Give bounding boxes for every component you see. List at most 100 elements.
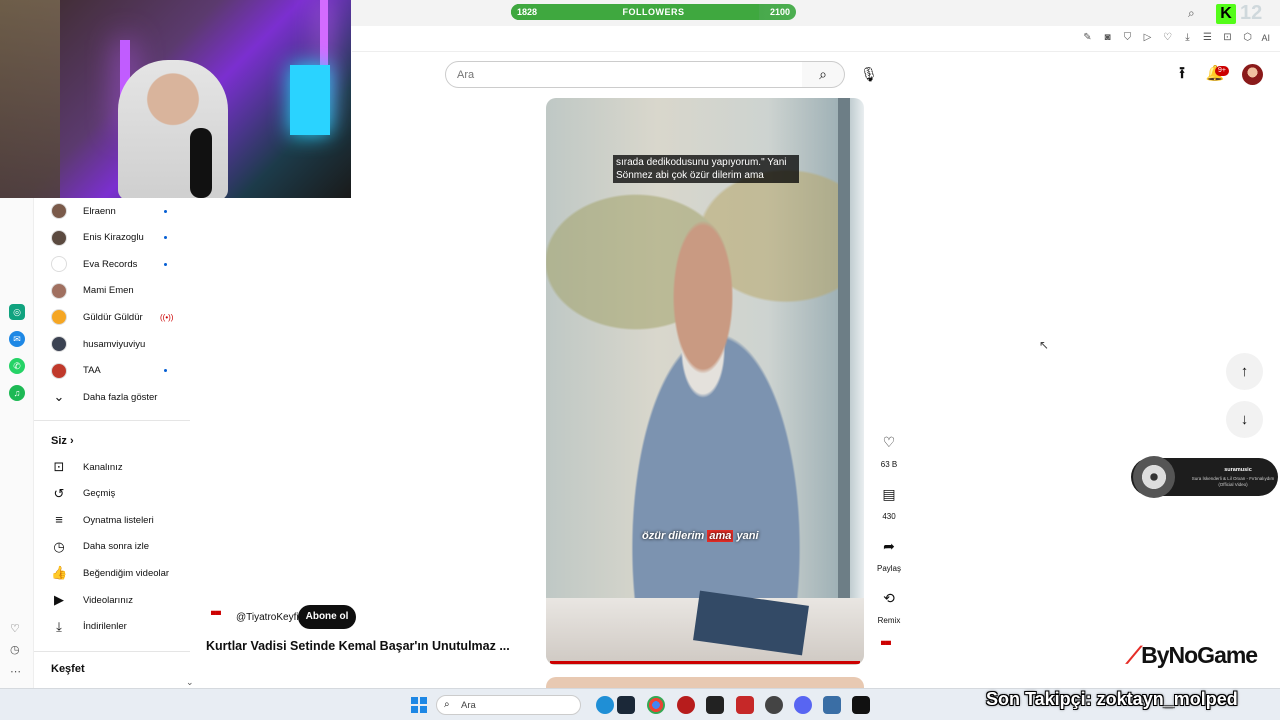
subscription-name: Elraenn	[83, 205, 116, 217]
share-action[interactable]: ➦ Paylaş	[874, 532, 904, 573]
like-icon[interactable]: ♡	[875, 428, 903, 456]
app-red-icon[interactable]	[736, 696, 754, 714]
sidebar-item-subscription[interactable]: Eva Records	[34, 251, 192, 277]
sidebar-item-subscription[interactable]: Enis Kirazoglu	[34, 225, 192, 251]
bynogame-mark-icon: ⟋	[1126, 642, 1142, 668]
favorites-icon[interactable]: ♡	[10, 622, 20, 635]
sidebar-item-subscription[interactable]: Mami Emen	[34, 278, 192, 304]
search-input[interactable]	[446, 62, 802, 87]
messenger-icon[interactable]: ✉	[9, 331, 25, 347]
taskbar-search[interactable]: ⌕ Ara	[436, 695, 581, 715]
sidebar-item-subscription[interactable]: Elraenn	[34, 198, 192, 224]
windows-start-icon[interactable]	[411, 697, 427, 713]
app-strip: ◎ ✉ ✆ ♫ ♡ ◷ ⋯	[0, 198, 34, 688]
settings-icon[interactable]	[823, 696, 841, 714]
playlists-icon: ≡	[55, 512, 63, 528]
share-icon[interactable]: ➦	[875, 532, 903, 560]
search-field[interactable]	[445, 61, 803, 88]
channel-avatar	[51, 256, 67, 273]
bynogame-brand: NoGame	[1168, 642, 1259, 668]
microphone-icon: 🎙	[860, 66, 878, 82]
extension-icon[interactable]: ⬡	[1241, 32, 1253, 44]
arrow-up-icon: ↑	[1240, 363, 1249, 380]
like-action[interactable]: ♡ 63 B	[874, 428, 904, 469]
channel-icon: ⊡	[53, 459, 65, 474]
list-icon[interactable]: ☰	[1201, 32, 1213, 44]
sidebar-item-label: Videolarınız	[83, 594, 133, 606]
epic-games-icon[interactable]	[852, 696, 870, 714]
channel-avatar	[51, 229, 67, 246]
channel-name[interactable]: @TiyatroKeyfi	[236, 612, 299, 623]
followers-goal-bar: 1828 FOLLOWERS 2100	[511, 4, 796, 20]
sidebar-item-you[interactable]: ◷ Daha sonra izle	[34, 534, 192, 560]
next-video-button[interactable]: ↓	[1226, 401, 1263, 438]
sidebar-item-subscription[interactable]: Güldür Güldür ((•))	[34, 304, 192, 330]
screen: 1828 FOLLOWERS 2100 ⌕ K 12 ✎ ◙ ⛉ ▷ ♡ ⤓ ☰…	[0, 0, 1280, 720]
sidebar-item-subscription[interactable]: TAA	[34, 358, 192, 384]
now-playing-track: Sura İskenderli & Lil Orxan - Fırtınalıy…	[1191, 476, 1275, 487]
sidebar-item-label: İndirilenler	[83, 621, 127, 633]
lock-icon[interactable]: ⊡	[1221, 32, 1233, 44]
downloads-icon: ⤓	[56, 618, 62, 634]
shorts-video-player[interactable]: sırada dedikodusunu yapıyorum." Yani Sön…	[546, 98, 864, 665]
scroll-down-icon[interactable]: ⌄	[186, 677, 194, 688]
download-icon[interactable]: ⤓	[1181, 32, 1193, 44]
video-progress-bar[interactable]	[550, 661, 860, 664]
you-section-title[interactable]: Siz ›	[51, 435, 74, 447]
github-icon[interactable]	[765, 696, 783, 714]
sidebar-item-you[interactable]: ↺ Geçmiş	[34, 481, 192, 507]
avatar[interactable]	[1242, 64, 1263, 85]
upload-button[interactable]: ⭱	[1172, 64, 1192, 84]
show-more-button[interactable]: ⌄ Daha fazla göster	[34, 384, 192, 410]
chrome-icon[interactable]	[647, 696, 665, 714]
steam-icon[interactable]	[617, 696, 635, 714]
ai-button[interactable]: AI	[1261, 32, 1270, 44]
voice-search-button[interactable]: 🎙	[855, 60, 883, 88]
video-caption-bottom: özür dilerim ama yani	[642, 530, 759, 542]
live-icon: ((•))	[160, 312, 174, 322]
video-title[interactable]: Kurtlar Vadisi Setinde Kemal Başar'ın Un…	[206, 639, 526, 653]
opera-icon[interactable]	[677, 696, 695, 714]
sidebar-item-you[interactable]: ▶ Videolarınız	[34, 587, 192, 613]
shield-icon[interactable]: ⛉	[1121, 32, 1133, 44]
search-icon: ⌕	[819, 66, 827, 82]
chevron-right-icon: ›	[69, 435, 74, 447]
sidebar-item-you[interactable]: ≡ Oynatma listeleri	[34, 507, 192, 533]
remix-action[interactable]: ⟲ Remix	[874, 584, 904, 625]
spotify-icon[interactable]: ♫	[9, 385, 25, 401]
kick-logo-icon: K	[1216, 4, 1236, 24]
subscribe-button[interactable]: Abone ol	[298, 605, 356, 629]
channel-logo-icon[interactable]: ▀▀	[211, 612, 227, 622]
channel-avatar	[51, 203, 67, 219]
camera-icon[interactable]: ◙	[1101, 32, 1113, 44]
previous-video-button[interactable]: ↑	[1226, 353, 1263, 390]
play-icon[interactable]: ▷	[1141, 32, 1153, 44]
comment-icon[interactable]: ▤	[875, 480, 903, 508]
whatsapp-icon[interactable]: ✆	[9, 358, 25, 374]
now-playing-widget: suramusic Sura İskenderli & Lil Orxan - …	[1131, 456, 1278, 498]
sidebar-divider	[34, 420, 190, 421]
discord-icon[interactable]	[794, 696, 812, 714]
audio-source-icon[interactable]: ▀▀	[881, 642, 891, 649]
watch-later-icon: ◷	[53, 538, 65, 554]
subscription-name: Güldür Güldür	[83, 311, 143, 323]
remix-icon[interactable]: ⟲	[875, 584, 903, 612]
sidebar-item-you[interactable]: ⊡ Kanalınız	[34, 454, 192, 480]
edit-icon[interactable]: ✎	[1081, 32, 1093, 44]
sidebar-item-subscription[interactable]: husamviyuviyu	[34, 331, 192, 357]
edge-icon[interactable]	[596, 696, 614, 714]
new-content-dot	[164, 262, 167, 266]
caption-part-2: yani	[733, 530, 759, 542]
history-clock-icon[interactable]: ◷	[10, 643, 20, 656]
caption-part-1: özür dilerim	[642, 530, 708, 542]
search-icon[interactable]: ⌕	[1188, 6, 1202, 20]
sidebar-item-you[interactable]: 👍 Beğendiğim videolar	[34, 560, 192, 586]
chatgpt-icon[interactable]: ◎	[9, 304, 25, 320]
sidebar-item-you[interactable]: ⤓ İndirilenler	[34, 614, 192, 640]
comment-action[interactable]: ▤ 430	[874, 480, 904, 521]
explore-section-title: Keşfet	[51, 663, 85, 675]
heart-icon[interactable]: ♡	[1161, 32, 1173, 44]
obs-icon[interactable]	[706, 696, 724, 714]
more-icon[interactable]: ⋯	[10, 665, 21, 678]
search-button[interactable]: ⌕	[802, 61, 845, 88]
